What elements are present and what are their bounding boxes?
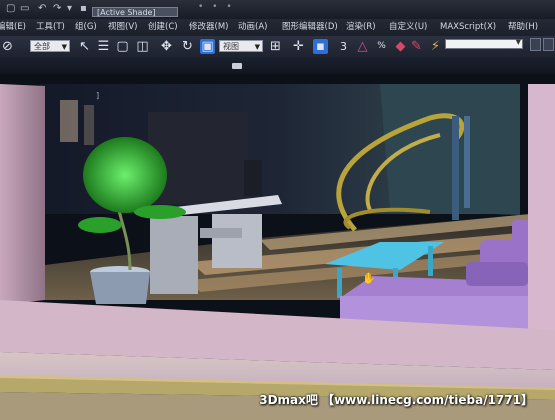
snaps-toggle-icon[interactable]: 3 <box>336 39 351 54</box>
layer-manager-button[interactable] <box>543 38 554 51</box>
undo-icon[interactable]: ↶ <box>38 4 49 14</box>
menu-tools[interactable]: 工具(T) <box>36 22 65 33</box>
ribbon-strip <box>0 57 555 74</box>
menu-edit[interactable]: 编辑(E) <box>0 22 26 33</box>
snaps-toggle-label: 3 <box>340 40 347 53</box>
menu-modifiers[interactable]: 修改器(M) <box>189 22 228 33</box>
menu-animation[interactable]: 动画(A) <box>238 22 267 33</box>
edit-named-selection-icon[interactable]: ✎ <box>409 39 424 54</box>
align-button[interactable] <box>530 38 541 51</box>
select-by-name-icon[interactable]: ☰ <box>96 39 111 54</box>
selection-filter-value: 全部 <box>34 42 50 51</box>
viewport-label[interactable]: ] <box>96 91 99 100</box>
menu-customize[interactable]: 自定义(U) <box>389 22 427 33</box>
menu-graph-editors[interactable]: 图形编辑器(D) <box>282 22 338 33</box>
select-manipulate-icon[interactable]: ✛ <box>291 39 306 54</box>
spinner-snap-icon[interactable]: ◆ <box>393 39 408 54</box>
ribbon-toggle-icon[interactable] <box>232 63 242 69</box>
perspective-viewport[interactable]: ] ✋ 3Dmax吧 【www.linecg.com/tieba/1771】 <box>0 74 555 420</box>
keyboard-shortcut-override-icon[interactable]: ▪ <box>313 39 328 54</box>
new-file-icon[interactable]: ▢ <box>6 4 17 14</box>
watermark: 3Dmax吧 【www.linecg.com/tieba/1771】 <box>259 393 533 407</box>
menu-bar: 编辑(E) 工具(T) 组(G) 视图(V) 创建(C) 修改器(M) 动画(A… <box>0 19 555 37</box>
pan-hand-cursor-icon: ✋ <box>362 272 376 285</box>
select-scale-icon[interactable]: ▣ <box>200 39 215 54</box>
chevron-down-icon: ▼ <box>254 43 260 51</box>
viewport-render <box>0 74 555 420</box>
mirror-icon[interactable]: ⚡ <box>428 39 443 54</box>
select-object-icon[interactable]: ↖ <box>77 39 92 54</box>
menu-help[interactable]: 帮助(H) <box>508 22 538 33</box>
reference-coordinate-dropdown[interactable]: 视图 ▼ <box>219 40 263 52</box>
angle-snap-icon[interactable]: △ <box>355 39 370 54</box>
redo-icon[interactable]: ↷ <box>53 4 64 14</box>
3dsmax-window: ▢ ▭ ↶ ↷ ▾ ▪ [Active Shade] • • • 编辑(E) 工… <box>0 0 555 420</box>
chevron-down-icon: ▼ <box>515 38 521 46</box>
select-rotate-icon[interactable]: ↻ <box>180 39 195 54</box>
menu-rendering[interactable]: 渲染(R) <box>346 22 376 33</box>
percent-snap-icon[interactable]: % <box>374 39 389 54</box>
open-file-icon[interactable]: ▭ <box>20 4 31 14</box>
title-bar: ▢ ▭ ↶ ↷ ▾ ▪ [Active Shade] • • • <box>0 0 555 19</box>
chevron-down-icon: ▼ <box>61 43 67 51</box>
link-icon[interactable]: ⊘ <box>0 39 15 54</box>
project-icon[interactable]: ▪ <box>80 4 91 14</box>
menu-group[interactable]: 组(G) <box>75 22 97 33</box>
window-crossing-icon[interactable]: ◫ <box>135 39 150 54</box>
selection-filter-dropdown[interactable]: 全部 ▼ <box>30 40 70 52</box>
dropdown-chevron-icon[interactable]: ▾ <box>67 4 78 14</box>
title-field[interactable]: [Active Shade] <box>92 7 178 17</box>
rectangular-selection-icon[interactable]: ▢ <box>115 39 130 54</box>
named-selection-dropdown[interactable]: ▼ <box>445 38 523 49</box>
title-separator-icon: • • • <box>198 2 235 12</box>
menu-maxscript[interactable]: MAXScript(X) <box>440 22 496 33</box>
reference-coordinate-value: 视图 <box>223 42 239 51</box>
select-move-icon[interactable]: ✥ <box>159 39 174 54</box>
menu-create[interactable]: 创建(C) <box>148 22 178 33</box>
menu-views[interactable]: 视图(V) <box>108 22 137 33</box>
pivot-center-icon[interactable]: ⊞ <box>268 39 283 54</box>
